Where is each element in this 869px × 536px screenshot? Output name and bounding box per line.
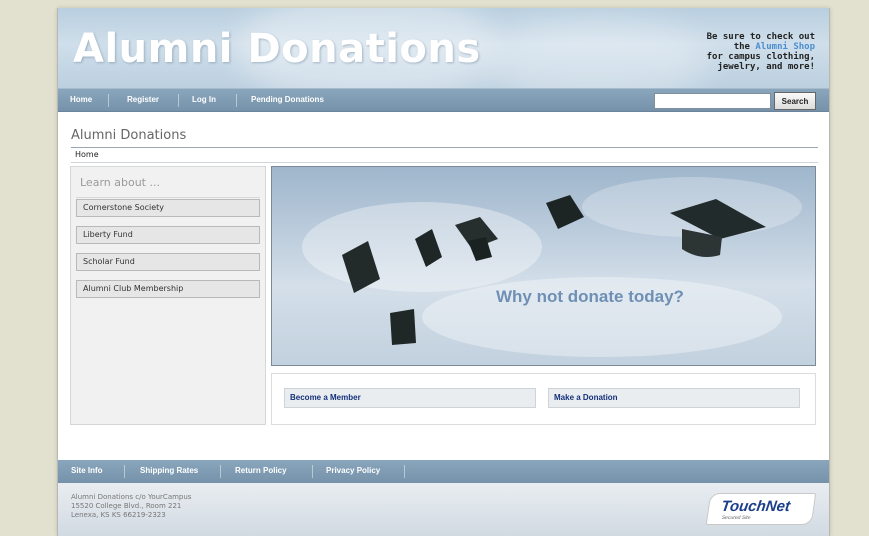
address-line: Alumni Donations c/o YourCampus: [71, 493, 192, 501]
search-button[interactable]: Search: [774, 92, 816, 110]
sidebar-item-liberty-fund[interactable]: Liberty Fund: [76, 226, 260, 244]
touchnet-logo-text: TouchNet: [720, 498, 792, 515]
footer-separator: [312, 465, 313, 478]
site-header: Alumni Donations Be sure to check out th…: [58, 8, 829, 88]
footer-return-policy-link[interactable]: Return Policy: [235, 466, 287, 475]
sidebar-item-alumni-club-membership[interactable]: Alumni Club Membership: [76, 280, 260, 298]
promo-line: the Alumni Shop: [655, 42, 815, 52]
page-container: Alumni Donations Be sure to check out th…: [57, 8, 830, 536]
graduation-cap-icon: [546, 195, 584, 229]
nav-pending-donations-link[interactable]: Pending Donations: [251, 95, 324, 104]
promo-line: for campus clothing,: [706, 52, 815, 62]
main-navbar: Home Register Log In Pending Donations S…: [58, 88, 829, 112]
site-title: Alumni Donations: [73, 26, 481, 72]
sidebar-heading: Learn about ...: [80, 176, 160, 189]
touchnet-logo-subtitle: Secured Site: [721, 515, 751, 521]
address-line: 15520 College Blvd., Room 221: [71, 502, 182, 510]
nav-separator: [236, 94, 237, 107]
footer-shipping-rates-link[interactable]: Shipping Rates: [140, 466, 198, 475]
footer-privacy-policy-link[interactable]: Privacy Policy: [326, 466, 380, 475]
touchnet-logo[interactable]: TouchNet Secured Site: [705, 493, 817, 525]
address-line: Lenexa, KS KS 66219-2323: [71, 511, 166, 519]
actions-box: Become a Member Make a Donation: [271, 373, 816, 425]
hero-tagline: Why not donate today?: [496, 287, 684, 306]
breadcrumb-home[interactable]: Home: [75, 150, 99, 159]
shop-promo: Be sure to check out the Alumni Shop for…: [655, 32, 815, 72]
sidebar-divider: [76, 197, 260, 198]
footer-separator: [404, 465, 405, 478]
promo-line: Be sure to check out: [706, 32, 815, 42]
hero-banner: Why not donate today?: [271, 166, 816, 366]
footer-separator: [124, 465, 125, 478]
alumni-shop-link[interactable]: Alumni Shop: [755, 42, 815, 52]
footer-site-info-link[interactable]: Site Info: [71, 466, 103, 475]
nav-register-link[interactable]: Register: [127, 95, 159, 104]
nav-separator: [178, 94, 179, 107]
learn-about-sidebar: Learn about ... Cornerstone Society Libe…: [70, 166, 266, 425]
graduation-caps-image: [302, 177, 802, 357]
footer-navbar: Site Info Shipping Rates Return Policy P…: [58, 460, 829, 483]
nav-separator: [108, 94, 109, 107]
search-input[interactable]: [654, 93, 771, 109]
graduation-cap-icon: [390, 309, 416, 345]
footer-address: Alumni Donations c/o YourCampus 15520 Co…: [71, 493, 191, 520]
nav-login-link[interactable]: Log In: [192, 95, 216, 104]
make-donation-link[interactable]: Make a Donation: [548, 388, 800, 408]
sidebar-item-scholar-fund[interactable]: Scholar Fund: [76, 253, 260, 271]
promo-the: the: [733, 42, 750, 52]
footer-separator: [220, 465, 221, 478]
page-title: Alumni Donations: [71, 128, 187, 143]
sidebar-item-cornerstone-society[interactable]: Cornerstone Society: [76, 199, 260, 217]
breadcrumb-divider: [71, 162, 818, 163]
promo-line: jewelry, and more!: [717, 62, 815, 72]
become-member-link[interactable]: Become a Member: [284, 388, 536, 408]
footer-body: Alumni Donations c/o YourCampus 15520 Co…: [58, 483, 829, 536]
title-divider: [71, 147, 818, 148]
nav-home-link[interactable]: Home: [70, 95, 92, 104]
